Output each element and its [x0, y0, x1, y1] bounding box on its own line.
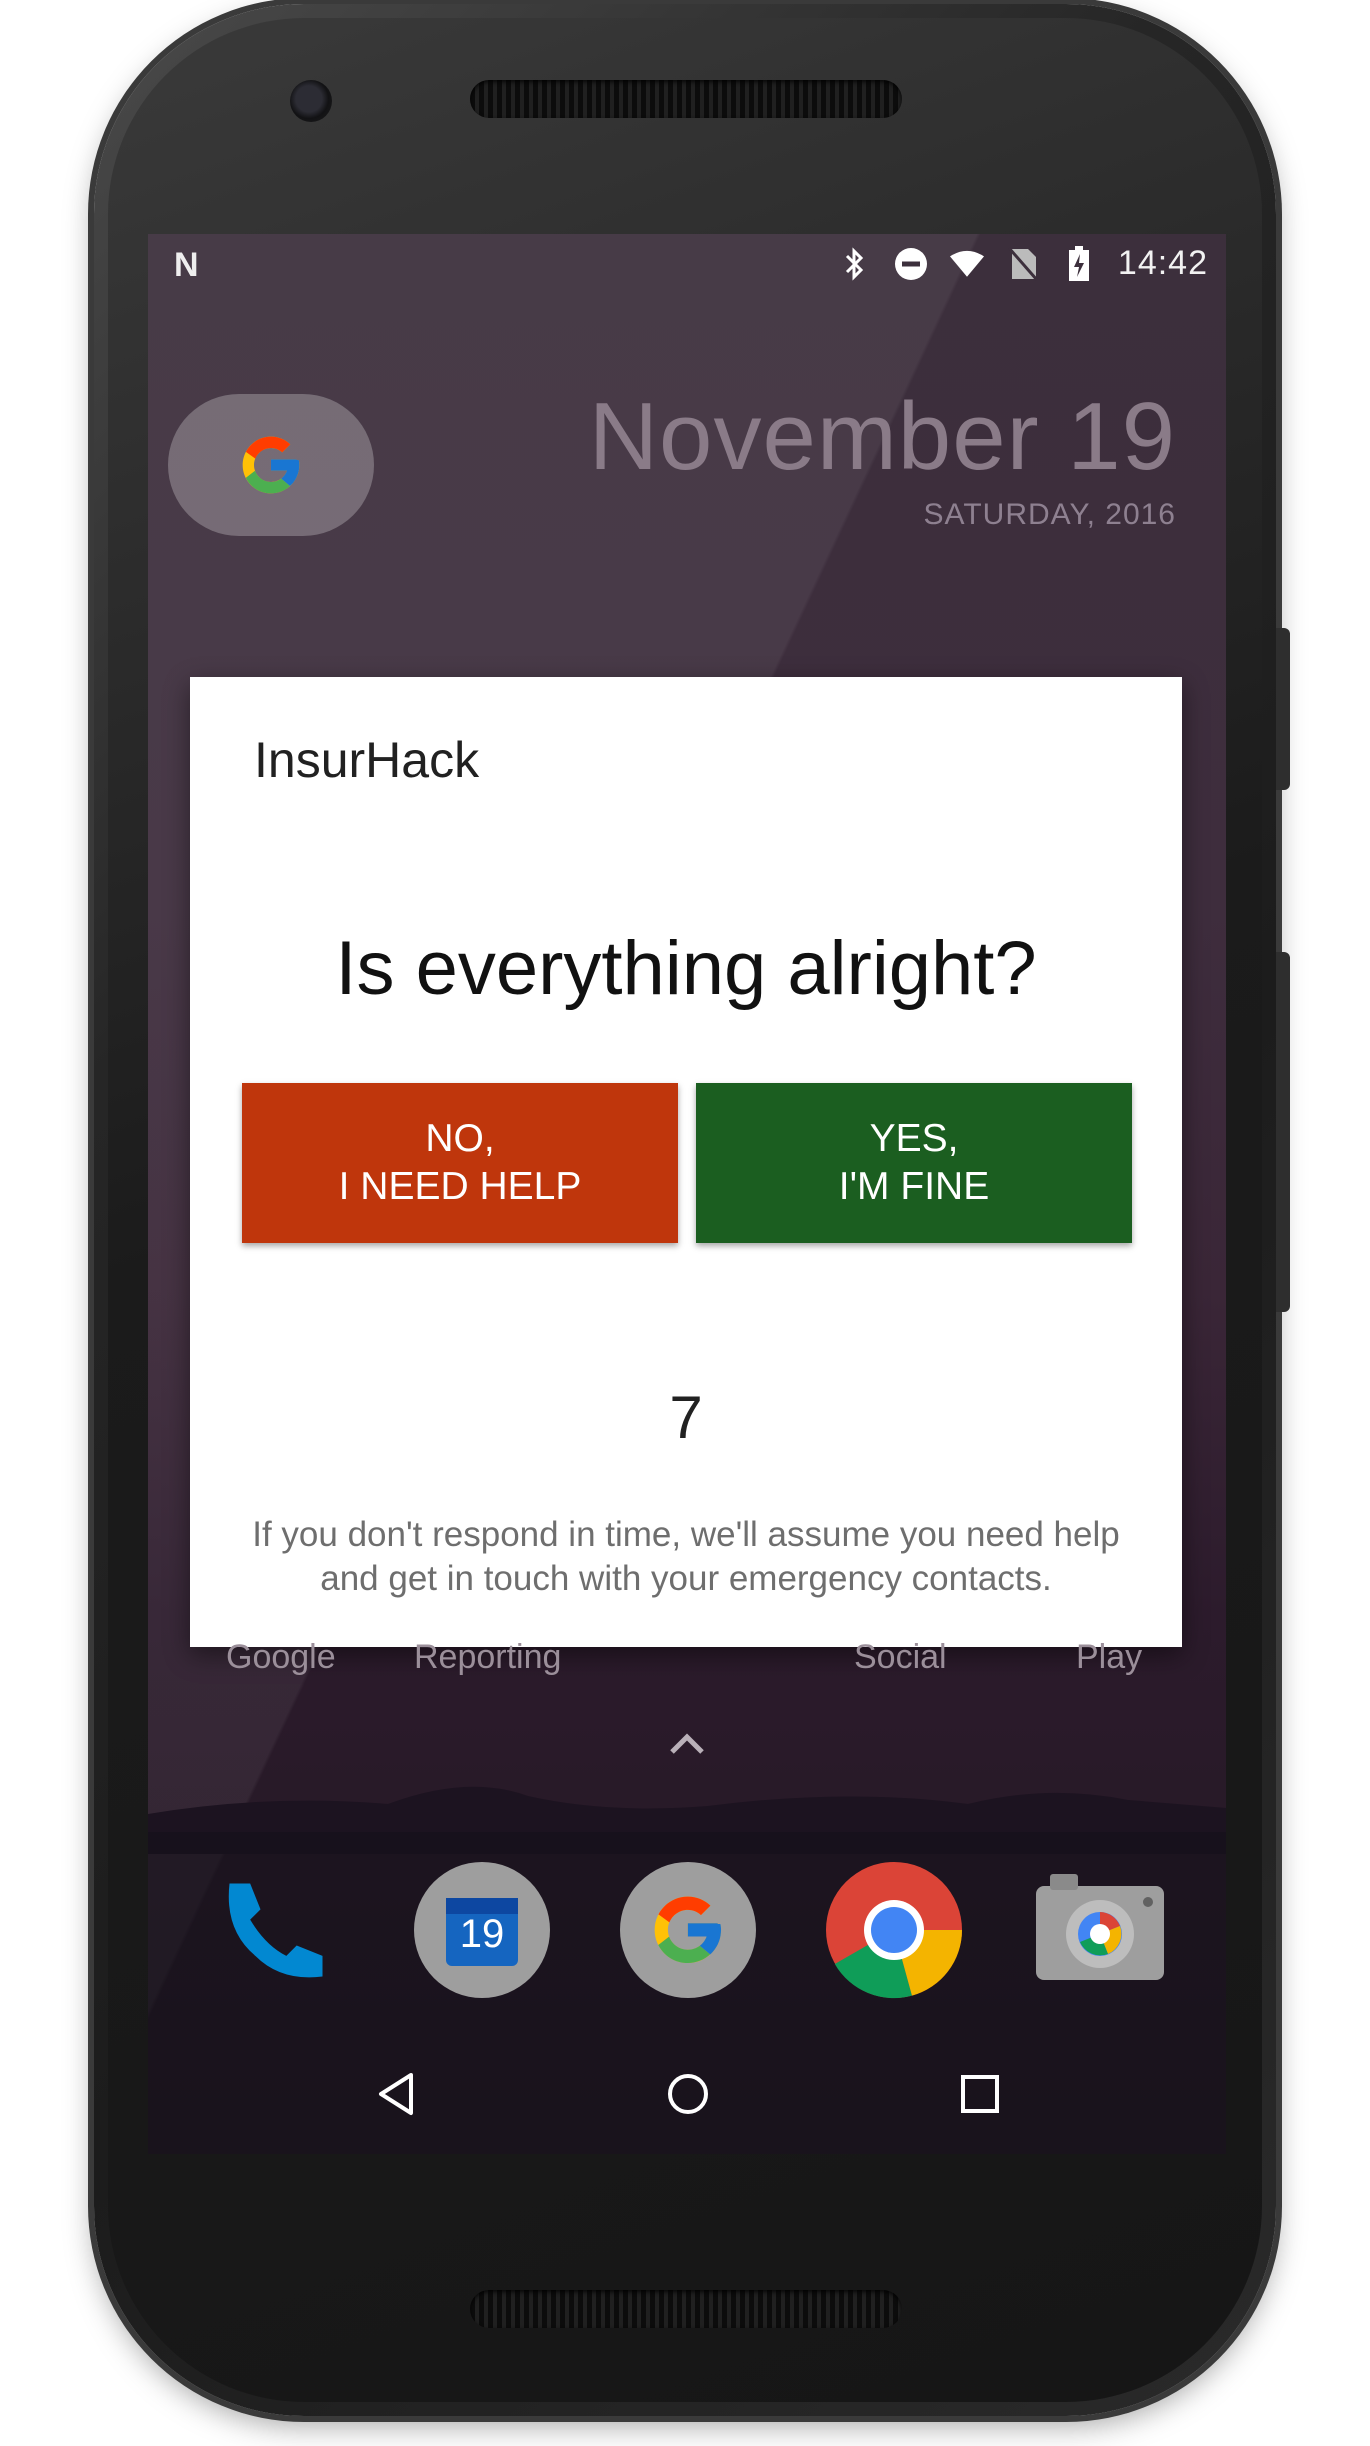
- dialog-title: InsurHack: [254, 732, 480, 788]
- google-search-widget[interactable]: [168, 394, 374, 536]
- google-g-icon: [242, 436, 300, 494]
- battery-charging-icon: [1062, 245, 1096, 281]
- navigation-bar: [148, 2034, 1226, 2154]
- folder-label-google[interactable]: Google: [226, 1638, 336, 1677]
- dialog-note-line2: and get in touch with your emergency con…: [320, 1559, 1052, 1598]
- alert-dialog: InsurHack Is everything alright? NO, I N…: [190, 677, 1182, 1647]
- calendar-day: 19: [459, 1912, 505, 1956]
- app-folder-labels: Google Reporting Social Play: [148, 1638, 1226, 1688]
- power-button: [1276, 628, 1290, 790]
- wifi-icon: [949, 247, 984, 281]
- dialog-question: Is everything alright?: [335, 926, 1037, 1011]
- phone-app-icon[interactable]: [206, 1860, 346, 2000]
- folder-label-social[interactable]: Social: [854, 1638, 947, 1677]
- bluetooth-icon: [838, 246, 872, 281]
- app-drawer-chevron-icon[interactable]: [664, 1724, 710, 1764]
- need-help-button[interactable]: NO, I NEED HELP: [242, 1083, 678, 1243]
- date-title: November 19: [588, 383, 1176, 490]
- im-fine-button-line1: YES,: [869, 1117, 959, 1160]
- google-app-icon[interactable]: [618, 1860, 758, 2000]
- dialog-note: If you don't respond in time, we'll assu…: [220, 1513, 1152, 1601]
- camera-app-icon[interactable]: [1030, 1860, 1170, 2000]
- folder-label-play[interactable]: Play: [1076, 1638, 1142, 1677]
- no-sim-icon: [1006, 246, 1040, 281]
- front-camera: [290, 80, 332, 122]
- recents-icon[interactable]: [948, 2062, 1012, 2126]
- android-n-icon: N: [174, 246, 199, 284]
- top-speaker: [470, 80, 902, 118]
- volume-button: [1276, 952, 1290, 1312]
- bottom-speaker: [470, 2290, 902, 2328]
- date-subtitle: SATURDAY, 2016: [923, 498, 1176, 531]
- folder-label-reporting[interactable]: Reporting: [414, 1638, 561, 1677]
- calendar-app-icon[interactable]: 19: [412, 1860, 552, 2000]
- need-help-button-line1: NO,: [425, 1117, 495, 1160]
- do-not-disturb-icon: [894, 247, 928, 281]
- countdown-timer: 7: [669, 1384, 703, 1451]
- need-help-button-line2: I NEED HELP: [338, 1165, 582, 1208]
- home-icon[interactable]: [656, 2062, 720, 2126]
- im-fine-button-line2: I'M FINE: [838, 1165, 990, 1208]
- status-time: 14:42: [1117, 244, 1208, 282]
- status-bar: N 14:42: [148, 234, 1226, 298]
- phone-screen: N 14:42 November 19 SATURDAY, 2016 Insur…: [148, 234, 1226, 2154]
- im-fine-button[interactable]: YES, I'M FINE: [696, 1083, 1132, 1243]
- dialog-note-line1: If you don't respond in time, we'll assu…: [252, 1515, 1120, 1554]
- chrome-app-icon[interactable]: [824, 1860, 964, 2000]
- back-icon[interactable]: [364, 2062, 428, 2126]
